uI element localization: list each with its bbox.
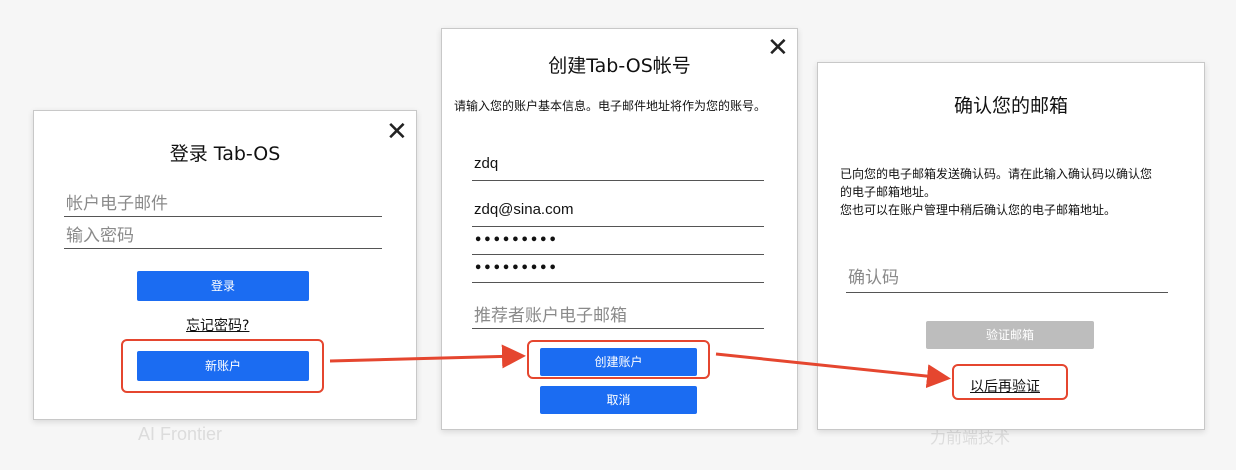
arrow-to-create <box>329 344 526 369</box>
flow-arrows <box>329 344 951 389</box>
arrow-to-verify <box>715 352 951 389</box>
